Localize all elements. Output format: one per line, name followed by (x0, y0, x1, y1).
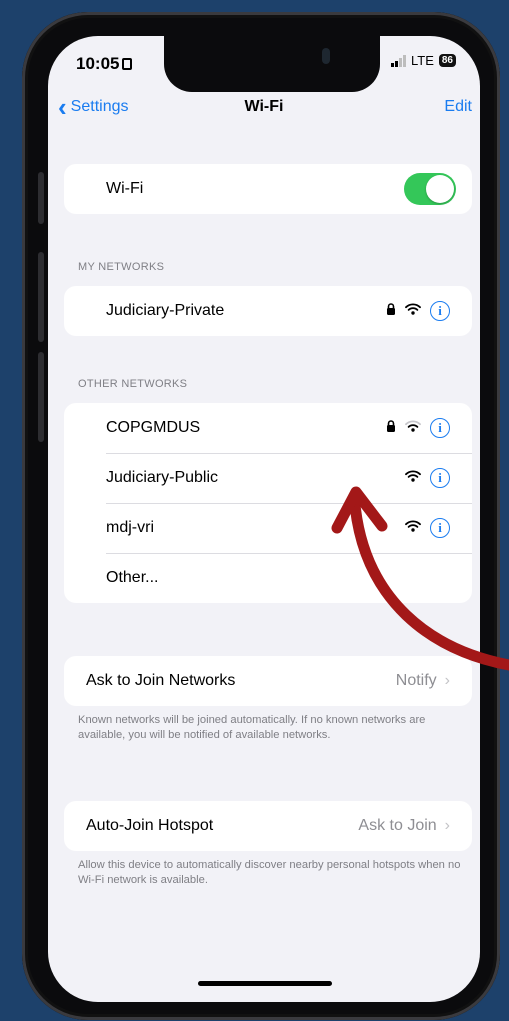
annotation-arrow (331, 486, 509, 671)
